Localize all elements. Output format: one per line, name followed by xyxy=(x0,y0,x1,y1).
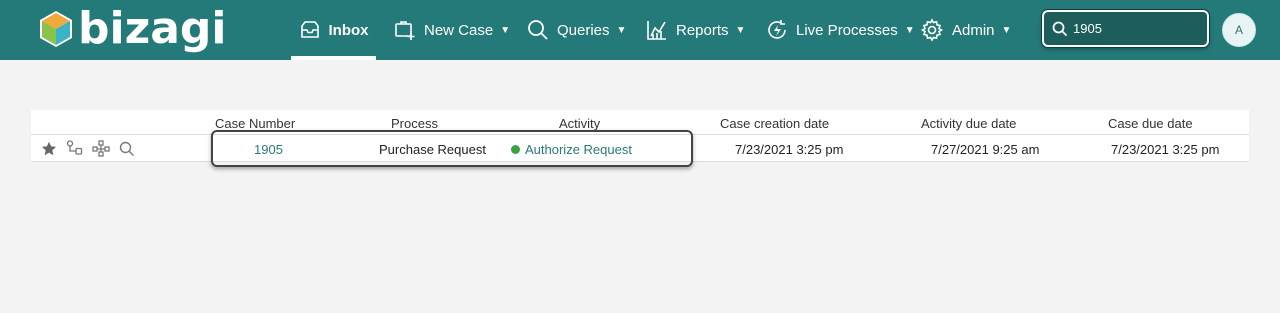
bizagi-logo-icon xyxy=(40,11,72,47)
nav-live-processes[interactable]: Live Processes ▼ xyxy=(766,0,915,60)
chevron-down-icon: ▼ xyxy=(616,24,627,36)
table-header: Case Number Process Activity Case creati… xyxy=(31,110,1249,135)
header-process[interactable]: Process xyxy=(391,116,438,131)
queries-icon xyxy=(527,19,549,41)
table-row[interactable]: 1905 Purchase Request Authorize Request … xyxy=(31,135,1249,162)
nav-queries-label: Queries xyxy=(557,21,610,39)
nav-live-processes-label: Live Processes xyxy=(796,21,898,39)
reports-icon xyxy=(646,19,668,41)
header-activity[interactable]: Activity xyxy=(559,116,600,131)
logo-text: bizagi xyxy=(78,3,227,54)
row-actions xyxy=(41,140,144,157)
star-icon[interactable] xyxy=(41,141,57,157)
nav-admin[interactable]: Admin ▼ xyxy=(920,0,1011,60)
nav-new-case[interactable]: New Case ▼ xyxy=(394,0,510,60)
nav-queries[interactable]: Queries ▼ xyxy=(527,0,626,60)
nav-inbox-label: Inbox xyxy=(328,21,369,39)
cell-activity-due-date: 7/27/2021 9:25 am xyxy=(931,142,1040,157)
header-case-number[interactable]: Case Number xyxy=(215,116,295,131)
cell-case-due-date: 7/23/2021 3:25 pm xyxy=(1111,142,1220,157)
nav-admin-label: Admin xyxy=(952,21,995,39)
new-case-icon xyxy=(394,19,416,41)
search-box[interactable] xyxy=(1042,10,1209,47)
header-case-creation-date[interactable]: Case creation date xyxy=(720,116,829,131)
gear-icon xyxy=(920,18,944,42)
cell-case-number[interactable]: 1905 xyxy=(254,142,283,157)
cell-activity[interactable]: Authorize Request xyxy=(511,142,632,157)
search-input[interactable] xyxy=(1073,21,1193,36)
top-bar: bizagi Inbox New Case ▼ Queries ▼ Report… xyxy=(0,0,1280,60)
cell-case-creation-date: 7/23/2021 3:25 pm xyxy=(735,142,844,157)
chevron-down-icon: ▼ xyxy=(735,24,746,36)
search-icon[interactable] xyxy=(119,141,135,157)
nav-reports[interactable]: Reports ▼ xyxy=(646,0,745,60)
avatar[interactable]: A xyxy=(1222,13,1256,47)
nav-inbox[interactable]: Inbox xyxy=(291,0,376,60)
chevron-down-icon: ▼ xyxy=(500,24,511,36)
live-processes-icon xyxy=(766,19,788,41)
status-dot xyxy=(511,145,520,154)
header-activity-due-date[interactable]: Activity due date xyxy=(921,116,1016,131)
search-icon xyxy=(1052,21,1068,37)
nav-reports-label: Reports xyxy=(676,21,729,39)
cases-table: Case Number Process Activity Case creati… xyxy=(31,110,1249,162)
cell-process: Purchase Request xyxy=(379,142,486,157)
inbox-icon xyxy=(299,20,321,40)
workflow-icon[interactable] xyxy=(66,140,83,157)
cell-activity-label: Authorize Request xyxy=(525,142,632,157)
chevron-down-icon: ▼ xyxy=(904,24,915,36)
chevron-down-icon: ▼ xyxy=(1001,24,1012,36)
header-case-due-date[interactable]: Case due date xyxy=(1108,116,1193,131)
bizagi-logo[interactable]: bizagi xyxy=(38,6,226,52)
hierarchy-icon[interactable] xyxy=(92,140,110,157)
nav-new-case-label: New Case xyxy=(424,21,494,39)
